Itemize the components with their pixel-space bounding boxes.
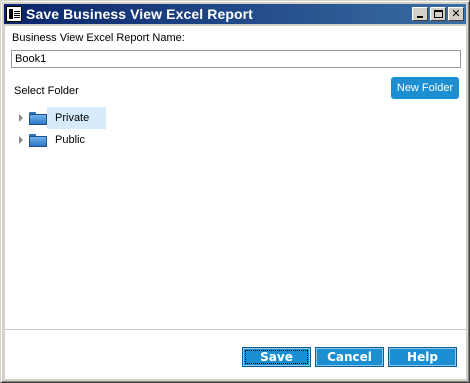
dialog-window: Save Business View Excel Report ✕ Busine… (0, 0, 470, 383)
folder-icon (29, 111, 47, 125)
tree-item-private[interactable]: Private (13, 107, 213, 129)
maximize-button[interactable] (430, 7, 446, 21)
close-button[interactable]: ✕ (448, 7, 464, 21)
tree-item-public[interactable]: Public (13, 129, 213, 151)
new-folder-button[interactable]: New Folder (391, 77, 459, 99)
report-name-label: Business View Excel Report Name: (12, 32, 185, 44)
save-button[interactable]: Save (242, 347, 311, 367)
title-bar[interactable]: Save Business View Excel Report ✕ (4, 4, 466, 24)
report-name-input[interactable] (11, 50, 461, 68)
minimize-icon (417, 16, 423, 18)
expand-arrow-icon[interactable] (19, 136, 23, 144)
close-icon: ✕ (451, 7, 461, 20)
tree-item-label: Private (55, 112, 90, 124)
folder-tree: Private Public (13, 107, 213, 151)
tree-item-label: Public (55, 134, 85, 146)
window-title: Save Business View Excel Report (26, 6, 253, 22)
app-document-icon (6, 6, 22, 22)
cancel-button[interactable]: Cancel (315, 347, 384, 367)
expand-arrow-icon[interactable] (19, 114, 23, 122)
select-folder-label: Select Folder (14, 85, 79, 97)
folder-icon (29, 133, 47, 147)
help-button[interactable]: Help (388, 347, 457, 367)
footer-divider (5, 329, 466, 330)
minimize-button[interactable] (412, 7, 428, 21)
maximize-icon (434, 10, 443, 18)
dialog-content: Business View Excel Report Name: Select … (5, 26, 466, 379)
